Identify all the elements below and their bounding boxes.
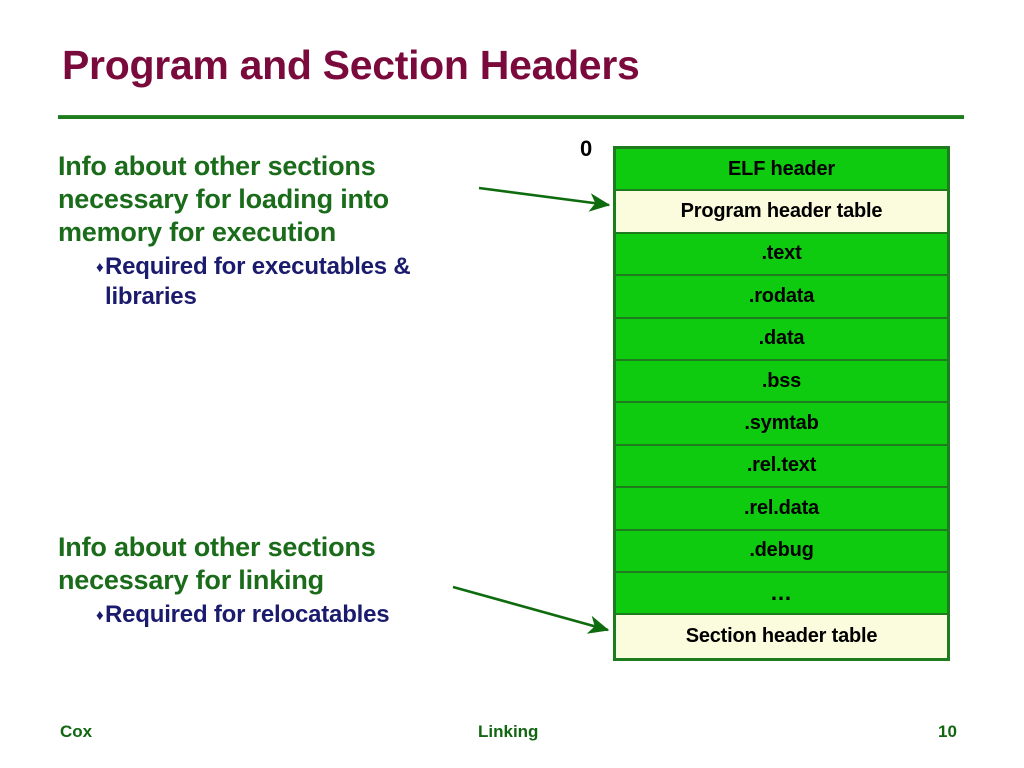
elf-object-file-diagram: ELF header Program header table .text .roda… (613, 146, 950, 661)
elf-section-label: Program header table (680, 200, 883, 223)
elf-section-row: .data (616, 318, 947, 361)
elf-section-row: .rel.data (616, 488, 947, 531)
title-divider (58, 115, 964, 119)
lead-text-loading: Info about other sections necessary for … (58, 151, 389, 247)
elf-section-label: .text (761, 242, 802, 265)
elf-section-label: .bss (761, 369, 802, 392)
elf-section-label: .rodata (748, 284, 815, 307)
elf-section-label: .debug (749, 539, 814, 562)
sub-list-loading: ♦ Required for executables & libraries (58, 252, 498, 312)
diamond-bullet-icon: ♦ (96, 259, 104, 276)
elf-section-row: .symtab (616, 403, 947, 446)
elf-section-label: ELF header (728, 157, 835, 180)
page-title: Program and Section Headers (62, 42, 640, 88)
elf-section-row: Section header table (616, 615, 947, 658)
footer-topic: Linking (478, 722, 539, 741)
footer-author: Cox (60, 722, 93, 741)
elf-section-row: ELF header (616, 149, 947, 192)
elf-section-row: .debug (616, 530, 947, 573)
list-item: ♦ Required for relocatables (58, 600, 498, 630)
slide-number: 10 (938, 722, 957, 741)
content-block-loading: Info about other sections necessary for … (58, 150, 498, 312)
elf-section-label: Section header table (685, 624, 878, 647)
offset-zero-label: 0 (580, 136, 593, 161)
slide-canvas: Program and Section Headers Info about o… (0, 0, 1024, 768)
lead-text-linking: Info about other sections necessary for … (58, 532, 376, 595)
list-item: ♦ Required for executables & libraries (58, 252, 498, 312)
elf-section-label: .data (758, 327, 805, 350)
elf-section-label: .symtab (744, 412, 819, 435)
arrow-to-program-header-table (478, 186, 611, 212)
list-item-label: Required for executables & libraries (105, 253, 411, 310)
elf-section-label: .rel.text (746, 454, 817, 477)
elf-section-label: .rel.data (744, 496, 819, 519)
elf-section-row: .rodata (616, 276, 947, 319)
list-item-label: Required for relocatables (105, 601, 390, 628)
elf-section-row: … (616, 572, 947, 616)
slide-footer: Cox Linking 10 (0, 722, 1024, 752)
content-block-linking: Info about other sections necessary for … (58, 531, 498, 630)
elf-section-row: .rel.text (616, 445, 947, 489)
elf-section-row: Program header table (616, 191, 947, 234)
sub-list-linking: ♦ Required for relocatables (58, 600, 498, 630)
elf-section-label: … (770, 580, 793, 606)
elf-section-row: .text (616, 233, 947, 277)
elf-section-row: .bss (616, 360, 947, 404)
diamond-bullet-icon: ♦ (96, 607, 104, 624)
